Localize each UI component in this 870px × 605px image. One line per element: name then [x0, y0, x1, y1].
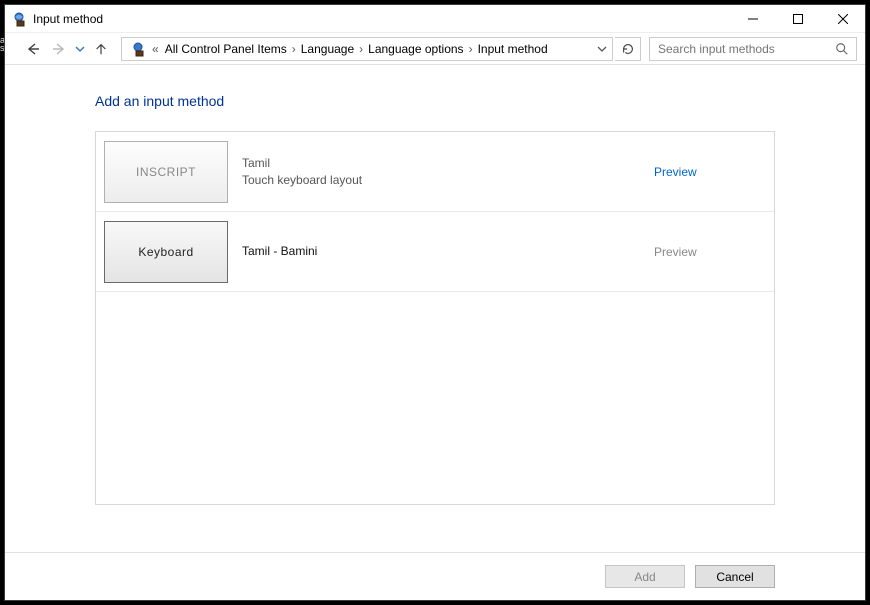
close-button[interactable]	[820, 5, 865, 33]
search-input[interactable]	[656, 41, 834, 57]
footer-bar: Add Cancel	[5, 552, 865, 600]
content-area: Add an input method INSCRIPT Tamil Touch…	[5, 65, 865, 552]
app-icon	[11, 11, 27, 27]
address-dropdown-button[interactable]	[592, 38, 612, 60]
breadcrumb-item[interactable]: All Control Panel Items	[161, 42, 291, 56]
overflow-chevron-icon[interactable]: «	[152, 42, 159, 56]
breadcrumb-item[interactable]: Language options	[364, 42, 467, 56]
recent-locations-button[interactable]	[73, 44, 87, 54]
title-bar: Input method	[5, 5, 865, 33]
cancel-button[interactable]: Cancel	[695, 565, 775, 588]
layout-name: Tamil - Bamini	[242, 243, 632, 259]
breadcrumb-item[interactable]: Language	[297, 42, 358, 56]
page-title: Add an input method	[95, 93, 775, 109]
breadcrumb-item[interactable]: Input method	[474, 42, 552, 56]
layout-description: Tamil - Bamini	[228, 243, 646, 259]
list-item[interactable]: INSCRIPT Tamil Touch keyboard layout Pre…	[96, 132, 774, 212]
layout-subtitle: Touch keyboard layout	[242, 172, 632, 188]
layout-description: Tamil Touch keyboard layout	[228, 155, 646, 187]
layout-thumbnail: INSCRIPT	[104, 141, 228, 203]
window-title: Input method	[33, 12, 103, 26]
forward-button[interactable]	[47, 37, 71, 61]
location-icon	[130, 41, 146, 57]
navigation-bar: « All Control Panel Items › Language › L…	[5, 33, 865, 65]
back-button[interactable]	[21, 37, 45, 61]
up-button[interactable]	[89, 37, 113, 61]
maximize-button[interactable]	[775, 5, 820, 33]
search-icon[interactable]	[834, 41, 850, 57]
refresh-button[interactable]	[615, 37, 641, 61]
add-button[interactable]: Add	[605, 565, 685, 588]
input-method-list: INSCRIPT Tamil Touch keyboard layout Pre…	[95, 131, 775, 505]
window-frame: Input method	[4, 4, 866, 601]
layout-name: Tamil	[242, 155, 632, 171]
preview-link[interactable]: Preview	[654, 165, 697, 179]
address-bar[interactable]: « All Control Panel Items › Language › L…	[121, 37, 613, 61]
minimize-button[interactable]	[730, 5, 775, 33]
preview-link: Preview	[654, 245, 697, 259]
layout-thumbnail: Keyboard	[104, 221, 228, 283]
list-item[interactable]: Keyboard Tamil - Bamini Preview	[96, 212, 774, 292]
search-box[interactable]	[649, 37, 857, 61]
